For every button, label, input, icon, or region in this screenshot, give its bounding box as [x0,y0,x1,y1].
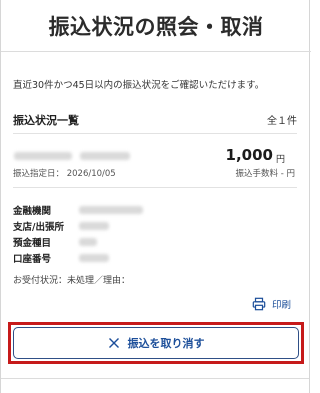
payee-name-kana-redacted [80,152,130,160]
transfer-amount: 1,000 [225,146,273,164]
transfer-list-header: 振込状況一覧 全１件 [13,110,297,134]
page-title: 振込状況の照会・取消 [48,15,264,39]
print-label: 印刷 [271,300,291,311]
detail-row-account-type: 預金種目 [13,235,213,249]
detail-value-branch-redacted [79,222,109,230]
page-header: 振込状況の照会・取消 [1,0,311,52]
acceptance-status: お受付状況：未処理／理由： [13,276,131,286]
detail-row-account-number: 口座番号 [13,251,213,265]
detail-value-account-type-redacted [79,238,97,246]
transfer-list-title: 振込状況一覧 [13,114,79,127]
detail-value-bank-redacted [79,206,143,214]
printer-icon [252,297,266,311]
detail-label-account-type: 預金種目 [13,238,52,249]
detail-value-account-number-redacted [79,254,109,262]
print-button[interactable]: 印刷 [252,297,291,311]
bottom-divider [1,378,309,379]
amount-currency: 円 [275,155,285,165]
detail-label-bank: 金融機関 [13,206,52,217]
intro-text: 直近30件かつ45日以内の振込状況をご確認いただけます。 [13,80,265,91]
detail-row-branch: 支店/出張所 [13,219,213,233]
transfer-fee: 振込手数料 - 円 [235,169,295,179]
cancel-transfer-label: 振込を取り消す [127,337,205,350]
transfer-date-value: 2026/10/05 [66,169,116,179]
transfer-date: 振込指定日： 2026/10/05 [13,167,116,179]
page-frame: 振込状況の照会・取消 直近30件かつ45日以内の振込状況をご確認いただけます。 … [0,0,311,393]
cancel-transfer-button[interactable]: 振込を取り消す [13,327,299,359]
transfer-count: 全１件 [267,116,297,127]
payee-name-redacted [14,152,72,160]
transfer-date-label: 振込指定日： [13,169,65,179]
detail-row-bank: 金融機関 [13,203,213,217]
close-icon [108,338,119,348]
detail-label-branch: 支店/出張所 [13,222,64,233]
detail-label-account-number: 口座番号 [13,254,52,265]
divider [13,187,297,188]
